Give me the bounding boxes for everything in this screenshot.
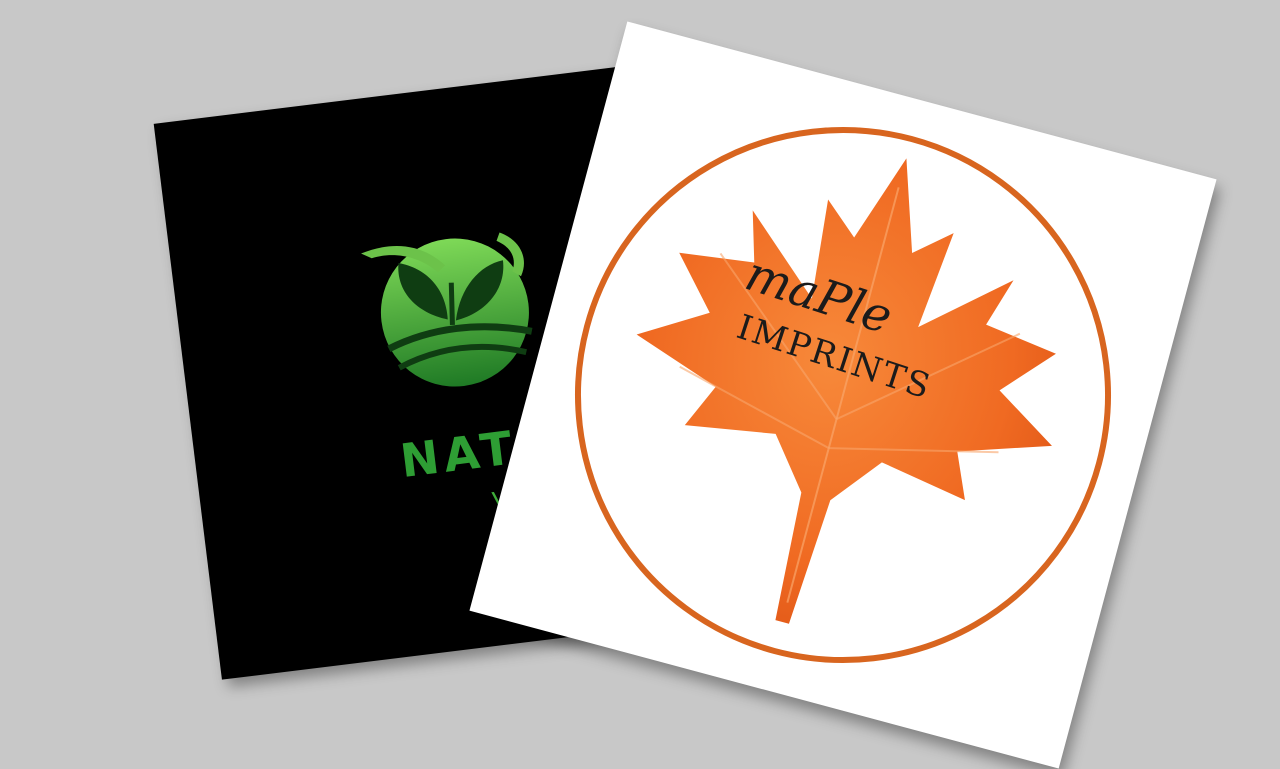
- sticker-mockup-scene: NATU VI maPle IMPRINTS: [0, 0, 1280, 769]
- leaf-sprout-field-icon: [361, 232, 533, 387]
